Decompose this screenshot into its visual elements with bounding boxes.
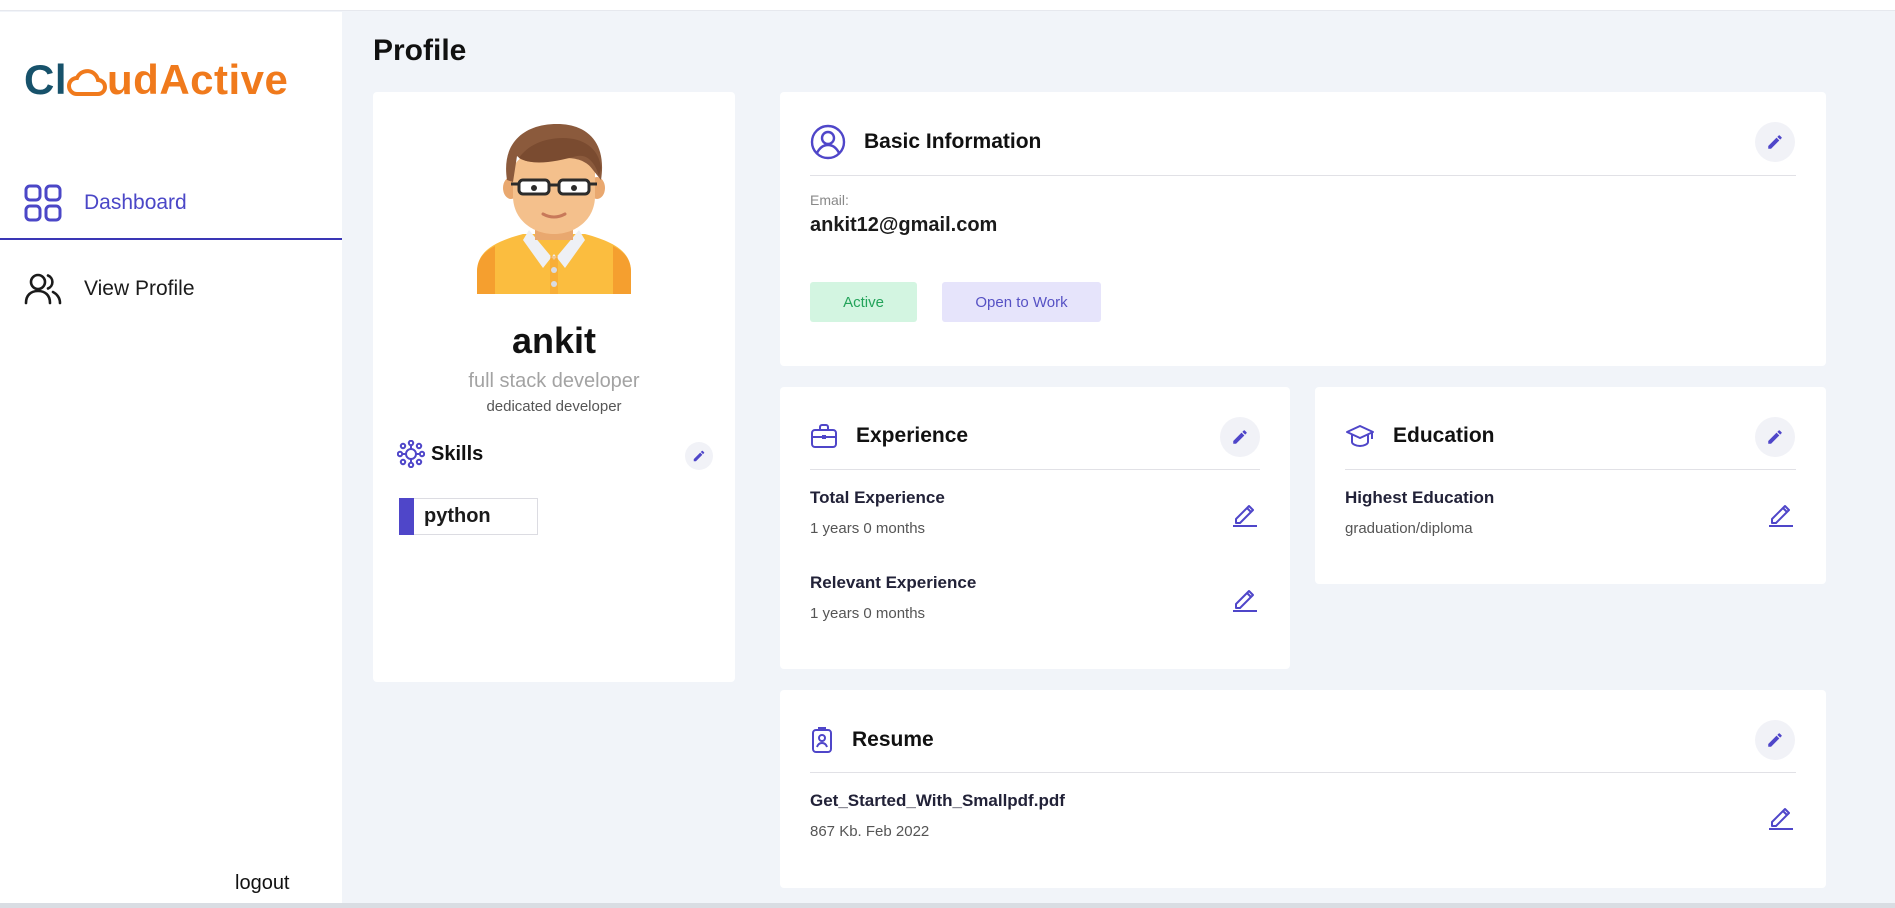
experience-header: Experience <box>810 423 968 449</box>
total-experience-value: 1 years 0 months <box>810 520 926 537</box>
users-icon <box>24 273 62 305</box>
profile-card: ankit full stack developer dedicated dev… <box>373 92 735 682</box>
brand-logo[interactable]: Cl udActive <box>24 56 288 104</box>
sidebar: Cl udActive Dashboard View Profile logout <box>0 12 342 908</box>
pencil-icon <box>1768 733 1782 747</box>
edit-highest-education-icon[interactable] <box>1766 498 1796 528</box>
section-divider <box>810 772 1796 773</box>
section-divider <box>810 469 1260 470</box>
avatar <box>477 124 631 294</box>
edit-relevant-experience-icon[interactable] <box>1230 583 1260 613</box>
status-badge-active[interactable]: Active <box>810 282 917 322</box>
pencil-icon <box>1768 430 1782 444</box>
section-title: Experience <box>856 424 969 447</box>
sidebar-item-label: Dashboard <box>84 191 187 214</box>
pencil-icon <box>1233 430 1247 444</box>
basic-information-card: Basic Information Email: ankit12@gmail.c… <box>780 92 1826 366</box>
resume-header: Resume <box>810 726 934 754</box>
user-circle-icon <box>810 124 846 160</box>
profile-role: full stack developer <box>468 370 640 392</box>
cloud-icon <box>67 69 107 96</box>
resume-badge-icon <box>812 727 832 753</box>
dashboard-grid-icon <box>24 184 62 222</box>
resume-card: Resume Get_Started_With_Smallpdf.pdf 867… <box>780 690 1826 888</box>
skill-tag: python <box>399 498 538 535</box>
total-experience-label: Total Experience <box>810 488 945 507</box>
logo-text-mid: ud <box>107 56 160 103</box>
relevant-experience-value: 1 years 0 months <box>810 605 926 622</box>
education-card: Education Highest Education graduation/d… <box>1315 387 1826 584</box>
section-divider <box>1345 469 1796 470</box>
highest-education-label: Highest Education <box>1345 488 1495 507</box>
edit-experience-button[interactable] <box>1220 417 1260 457</box>
skills-network-icon <box>397 440 425 468</box>
profile-bio: dedicated developer <box>486 398 622 415</box>
relevant-experience-label: Relevant Experience <box>810 573 977 592</box>
section-title: Education <box>1393 424 1495 447</box>
highest-education-value: graduation/diploma <box>1345 520 1473 537</box>
section-title: Basic Information <box>864 130 1042 153</box>
status-badge-open-to-work[interactable]: Open to Work <box>942 282 1101 322</box>
section-divider <box>810 175 1796 176</box>
edit-education-button[interactable] <box>1755 417 1795 457</box>
sidebar-item-dashboard[interactable]: Dashboard <box>0 168 342 240</box>
edit-skills-button[interactable] <box>685 442 713 470</box>
email-label: Email: <box>810 192 849 208</box>
logo-text-right: Active <box>159 56 289 103</box>
sidebar-item-view-profile[interactable]: View Profile <box>0 253 342 325</box>
skills-header: Skills <box>397 440 483 468</box>
skill-tag-label: python <box>424 505 491 527</box>
logout-link[interactable]: logout <box>235 872 290 895</box>
top-border <box>0 0 1895 11</box>
skill-tag-accent <box>399 498 414 535</box>
pencil-icon <box>693 450 705 462</box>
graduation-cap-icon <box>1346 425 1374 447</box>
edit-total-experience-icon[interactable] <box>1230 498 1260 528</box>
page-title: Profile <box>373 34 467 67</box>
pencil-icon <box>1768 135 1782 149</box>
resume-file-name[interactable]: Get_Started_With_Smallpdf.pdf <box>810 791 1065 811</box>
skills-title: Skills <box>431 442 484 465</box>
briefcase-icon <box>811 424 837 448</box>
logo-text-left: Cl <box>24 56 67 103</box>
edit-resume-file-icon[interactable] <box>1766 801 1796 831</box>
sidebar-item-label: View Profile <box>84 277 195 300</box>
profile-name: ankit <box>511 320 597 361</box>
bottom-border <box>0 903 1895 908</box>
section-title: Resume <box>852 728 934 751</box>
edit-resume-button[interactable] <box>1755 720 1795 760</box>
experience-card: Experience Total Experience 1 years 0 mo… <box>780 387 1290 669</box>
education-header: Education <box>1345 423 1495 449</box>
edit-basic-information-button[interactable] <box>1755 122 1795 162</box>
resume-file-meta: 867 Kb. Feb 2022 <box>810 823 930 840</box>
email-value: ankit12@gmail.com <box>810 214 998 236</box>
basic-information-header: Basic Information <box>810 124 1041 160</box>
